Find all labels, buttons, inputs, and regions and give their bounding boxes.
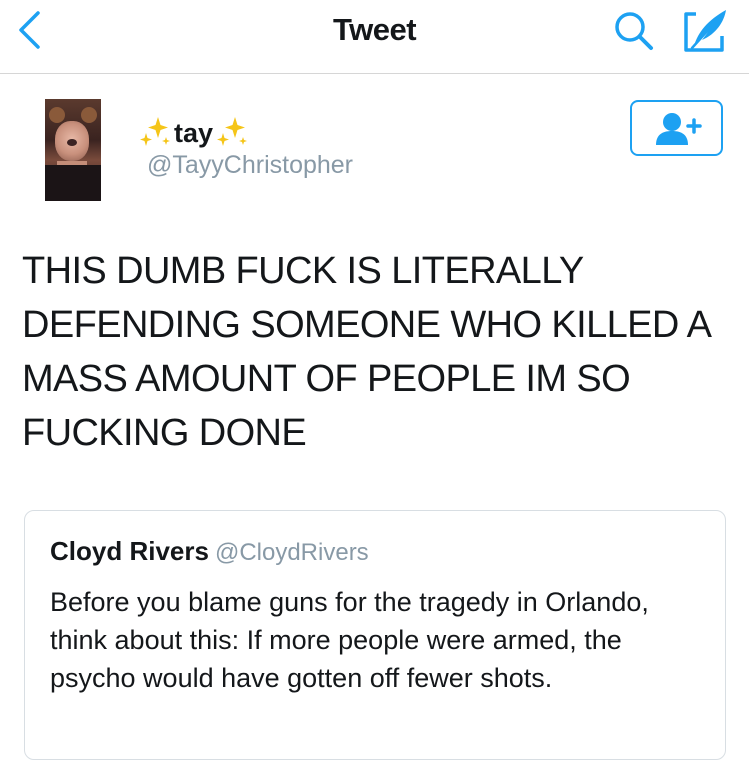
quoted-author-handle: @CloydRivers (214, 539, 369, 566)
sparkles-icon (140, 117, 170, 146)
avatar[interactable] (45, 99, 101, 201)
quoted-tweet-card[interactable]: Cloyd Rivers @CloydRivers Before you blam… (24, 510, 726, 760)
tweet-text: THIS DUMB FUCK IS LITERALLY DEFENDING SO… (22, 250, 710, 454)
follow-button[interactable] (630, 100, 723, 156)
add-user-icon (656, 113, 702, 145)
dog-filter-nose-icon (67, 139, 77, 146)
navigation-bar: Tweet (0, 0, 749, 74)
author-display-name: tay (174, 117, 214, 148)
quoted-author-name: Cloyd Rivers (50, 536, 209, 566)
author-handle[interactable]: @TayyChristopher (147, 151, 353, 180)
avatar-shirt (45, 165, 101, 201)
compose-icon (684, 10, 726, 52)
tweet-author-name-row[interactable]: tay (138, 115, 249, 149)
search-button[interactable] (611, 8, 657, 54)
quoted-tweet-header: Cloyd Rivers @CloydRivers (50, 536, 369, 567)
search-icon (615, 12, 653, 50)
sparkles-icon (217, 117, 248, 146)
compose-button[interactable] (680, 6, 732, 54)
quoted-tweet-text: Before you blame guns for the tragedy in… (50, 587, 649, 693)
